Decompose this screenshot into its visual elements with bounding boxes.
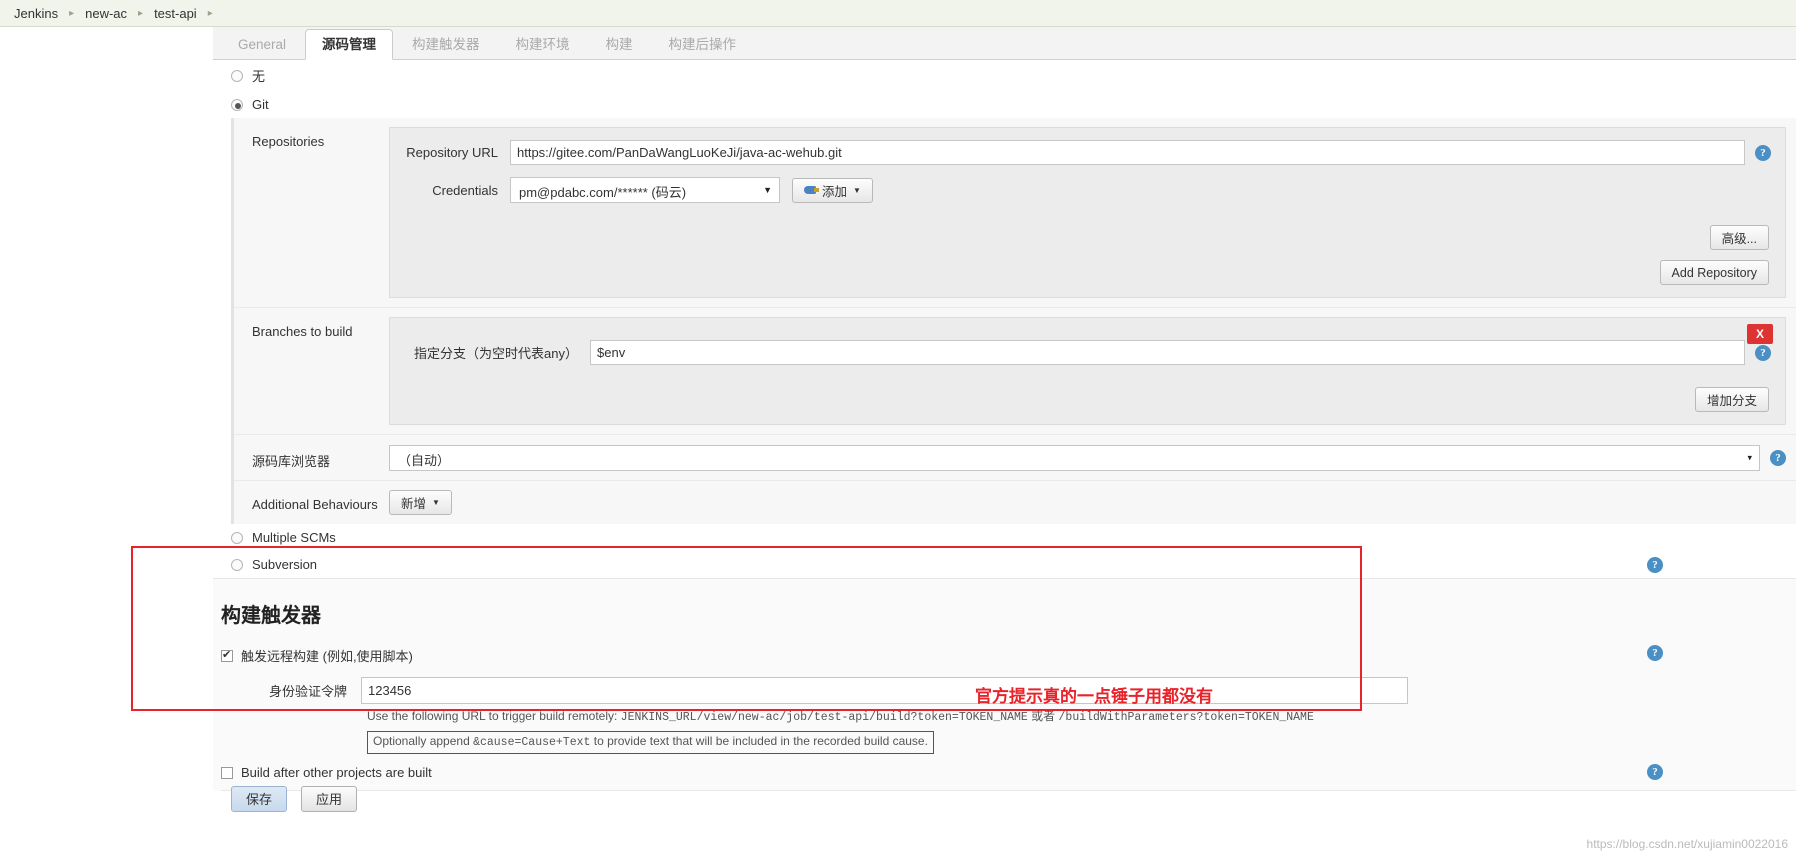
chevron-down-icon: ▾ bbox=[1747, 452, 1752, 462]
breadcrumb-separator-icon: ▸ bbox=[207, 7, 213, 19]
repositories-label: Repositories bbox=[252, 134, 325, 149]
chevron-down-icon: ▼ bbox=[763, 185, 772, 195]
repository-url-label: Repository URL bbox=[406, 145, 498, 160]
apply-button[interactable]: 应用 bbox=[301, 786, 357, 812]
scm-option-git-label: Git bbox=[252, 97, 269, 112]
breadcrumb-item-jenkins[interactable]: Jenkins bbox=[14, 6, 58, 21]
branch-specifier-label: 指定分支（为空时代表any） bbox=[414, 346, 578, 361]
add-branch-button[interactable]: 增加分支 bbox=[1694, 387, 1769, 412]
branch-specifier-row: 指定分支（为空时代表any） ? bbox=[390, 340, 1771, 365]
scm-option-subversion-label: Subversion bbox=[252, 557, 318, 572]
trigger-url-hint-mid: 或者 bbox=[1027, 709, 1059, 723]
scm-option-git[interactable]: Git bbox=[213, 91, 1796, 118]
tab-post-build-actions[interactable]: 构建后操作 bbox=[652, 29, 754, 59]
help-icon-subversion[interactable]: ? bbox=[1647, 557, 1663, 573]
radio-none-icon[interactable] bbox=[231, 69, 243, 82]
repository-url-row: Repository URL ? bbox=[390, 140, 1771, 165]
watermark-text: https://blog.csdn.net/xujiamin0022016 bbox=[1586, 837, 1788, 851]
repository-browser-section: 源码库浏览器 （自动） ▾ ? bbox=[234, 435, 1796, 481]
help-icon-repository-url[interactable]: ? bbox=[1755, 144, 1771, 161]
radio-git-icon[interactable] bbox=[231, 98, 243, 111]
tab-build-triggers[interactable]: 构建触发器 bbox=[395, 29, 497, 59]
branch-specifier-input[interactable] bbox=[590, 340, 1745, 365]
scm-option-subversion[interactable]: Subversion ? bbox=[213, 551, 1796, 578]
annotation-note: 官方提示真的一点锤子用都没有 bbox=[975, 687, 1213, 706]
build-triggers-title: 构建触发器 bbox=[221, 605, 321, 627]
help-icon-build-after[interactable]: ? bbox=[1647, 764, 1663, 780]
trigger-cause-hint-suffix: to provide text that will be included in… bbox=[590, 734, 928, 748]
scm-option-none-label: 无 bbox=[252, 69, 266, 84]
scm-option-none[interactable]: 无 bbox=[213, 60, 1796, 91]
repository-url-input[interactable] bbox=[510, 140, 1745, 165]
tab-general[interactable]: General bbox=[221, 29, 303, 59]
credentials-select-value: pm@pdabc.com/****** (码云) bbox=[519, 185, 687, 200]
add-repository-actions: Add Repository bbox=[390, 250, 1771, 285]
checkbox-trigger-remote-build[interactable] bbox=[221, 648, 233, 662]
build-after-projects-label: Build after other projects are built bbox=[241, 765, 432, 780]
help-icon-repository-browser[interactable]: ? bbox=[1770, 449, 1786, 466]
additional-behaviours-label: Additional Behaviours bbox=[252, 497, 378, 512]
trigger-cause-hint-prefix: Optionally append bbox=[373, 734, 474, 748]
save-button[interactable]: 保存 bbox=[231, 786, 287, 812]
delete-branch-button[interactable]: X bbox=[1747, 324, 1773, 344]
help-icon-trigger-remote[interactable]: ? bbox=[1647, 645, 1663, 661]
additional-behaviours-section: Additional Behaviours 新增 ▼ bbox=[234, 481, 1796, 524]
tab-source-code-management[interactable]: 源码管理 bbox=[305, 29, 394, 60]
trigger-divider bbox=[221, 790, 1796, 791]
repositories-section: Repositories ? Repository URL ? Credenti… bbox=[234, 118, 1796, 308]
breadcrumb-separator-icon: ▸ bbox=[138, 7, 144, 19]
trigger-remote-build-label: 触发远程构建 (例如,使用脚本) bbox=[241, 649, 413, 664]
repository-browser-value: （自动） bbox=[398, 452, 451, 468]
trigger-cause-hint-code: &cause=Cause+Text bbox=[473, 736, 591, 749]
add-behaviour-button[interactable]: 新增 ▼ bbox=[389, 490, 452, 515]
form-footer-buttons: 保存 应用 bbox=[231, 786, 357, 812]
chevron-down-icon: ▼ bbox=[432, 498, 440, 507]
breadcrumb: Jenkins ▸ new-ac ▸ test-api ▸ bbox=[0, 0, 1796, 27]
repository-browser-select[interactable]: （自动） ▾ bbox=[389, 444, 1760, 471]
branch-panel: X 指定分支（为空时代表any） ? 增加分支 bbox=[389, 317, 1786, 425]
repository-panel: Repository URL ? Credentials pm@pdabc.co… bbox=[389, 127, 1786, 298]
branches-label: Branches to build bbox=[252, 324, 353, 339]
tab-build-environment[interactable]: 构建环境 bbox=[499, 29, 587, 59]
radio-subversion-icon[interactable] bbox=[231, 558, 243, 571]
trigger-url-hint-url2: /buildWithParameters?token=TOKEN_NAME bbox=[1058, 711, 1314, 724]
auth-token-label: 身份验证令牌 bbox=[268, 684, 347, 699]
trigger-url-hint-url: JENKINS_URL/view/new-ac/job/test-api/bui… bbox=[620, 711, 1028, 724]
config-tab-bar: General 源码管理 构建触发器 构建环境 构建 构建后操作 bbox=[213, 27, 1796, 60]
radio-multiple-scms-icon[interactable] bbox=[231, 531, 243, 544]
breadcrumb-item-test-api[interactable]: test-api bbox=[154, 6, 197, 21]
credentials-row: Credentials pm@pdabc.com/****** (码云) ▼ 添… bbox=[390, 177, 1771, 203]
chevron-down-icon: ▼ bbox=[853, 185, 861, 195]
branches-section: Branches to build X 指定分支（为空时代表any） ? 增加分… bbox=[234, 308, 1796, 435]
key-icon bbox=[804, 186, 819, 194]
repository-actions: 高级... bbox=[390, 215, 1771, 250]
add-credentials-label: 添加 bbox=[822, 184, 848, 199]
trigger-cause-hint-wrap: Optionally append &cause=Cause+Text to p… bbox=[213, 726, 1796, 754]
scm-option-multiple-scms[interactable]: Multiple SCMs bbox=[213, 524, 1796, 551]
add-repository-button[interactable]: Add Repository bbox=[1659, 260, 1769, 285]
checkbox-build-after-projects[interactable] bbox=[221, 766, 233, 779]
scm-option-multiple-scms-label: Multiple SCMs bbox=[252, 530, 336, 545]
branch-actions: 增加分支 bbox=[390, 377, 1771, 412]
git-config-block: Repositories ? Repository URL ? Credenti… bbox=[231, 118, 1796, 524]
breadcrumb-item-new-ac[interactable]: new-ac bbox=[85, 6, 127, 21]
breadcrumb-separator-icon: ▸ bbox=[69, 7, 75, 19]
credentials-label: Credentials bbox=[432, 182, 498, 198]
trigger-cause-hint: Optionally append &cause=Cause+Text to p… bbox=[367, 731, 934, 754]
repository-browser-label: 源码库浏览器 bbox=[252, 454, 331, 469]
help-icon-branch[interactable]: ? bbox=[1755, 344, 1771, 361]
trigger-remote-build-row[interactable]: 触发远程构建 (例如,使用脚本) ? bbox=[213, 642, 1796, 669]
auth-token-input[interactable] bbox=[361, 677, 1408, 704]
credentials-select[interactable]: pm@pdabc.com/****** (码云) ▼ bbox=[510, 177, 780, 203]
add-behaviour-label: 新增 bbox=[401, 497, 427, 511]
add-credentials-button[interactable]: 添加 ▼ bbox=[792, 177, 873, 203]
advanced-button[interactable]: 高级... bbox=[1709, 225, 1769, 250]
trigger-url-hint-prefix: Use the following URL to trigger build r… bbox=[367, 709, 621, 723]
trigger-url-hint: Use the following URL to trigger build r… bbox=[213, 704, 1796, 726]
tab-build[interactable]: 构建 bbox=[589, 29, 650, 59]
build-after-projects-row[interactable]: Build after other projects are built ? bbox=[213, 761, 1796, 784]
